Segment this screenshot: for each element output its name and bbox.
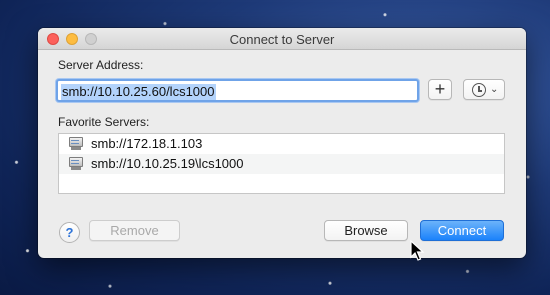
server-address-value: smb://10.10.25.60/lcs1000 [61,84,216,100]
remove-button[interactable]: Remove [89,220,180,241]
favorite-server-address: smb://172.18.1.103 [91,136,203,151]
browse-button[interactable]: Browse [324,220,408,241]
server-address-input[interactable]: smb://10.10.25.60/lcs1000 [56,79,419,102]
chevron-down-icon: ⌄ [490,84,499,95]
favorite-servers-list[interactable]: smb://172.18.1.103 smb://10.10.25.19\lcs… [58,133,505,194]
server-address-label: Server Address: [58,58,144,72]
favorite-server-item[interactable]: smb://10.10.25.19\lcs1000 [59,154,504,174]
title-bar[interactable]: Connect to Server [38,28,526,50]
add-favorite-button[interactable]: + [428,79,452,100]
clock-icon [472,83,486,97]
mouse-pointer-icon [410,240,425,261]
window-title: Connect to Server [229,32,335,47]
favorite-server-address: smb://10.10.25.19\lcs1000 [91,156,244,171]
recent-servers-button[interactable]: ⌄ [463,79,505,100]
favorite-server-item[interactable]: smb://172.18.1.103 [59,134,504,154]
favorite-servers-label: Favorite Servers: [58,115,150,129]
server-icon [69,137,83,150]
connect-button[interactable]: Connect [420,220,504,241]
connect-to-server-window: Connect to Server Server Address: smb://… [38,28,526,258]
help-button[interactable]: ? [59,222,80,243]
server-icon [69,157,83,170]
